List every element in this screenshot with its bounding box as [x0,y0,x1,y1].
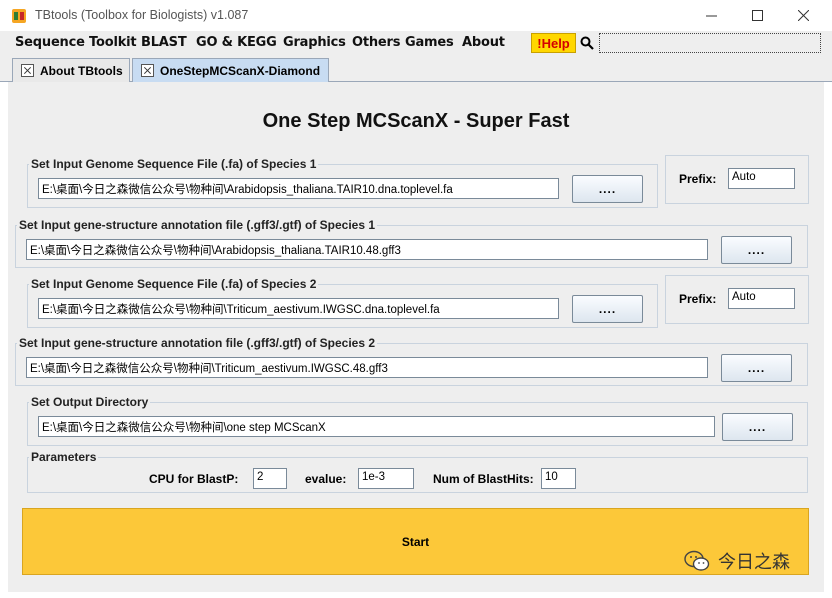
minimize-icon [705,15,717,17]
tab-onestep-mcscanx[interactable]: OneStepMCScanX-Diamond [132,58,329,82]
species1-gff-browse-button[interactable]: .... [721,236,792,264]
maximize-button[interactable] [734,0,780,31]
search-input[interactable] [599,33,821,53]
menu-go-kegg[interactable]: GO & KEGG [196,35,277,50]
parameters-title: Parameters [29,450,99,464]
species2-gff-browse-button[interactable]: .... [721,354,792,382]
evalue-input[interactable]: 1e-3 [358,468,414,489]
watermark: 今日之森 [684,546,790,576]
species1-gff-path-input[interactable]: E:\桌面\今日之森微信公众号\物种间\Arabidopsis_thaliana… [26,239,708,260]
species1-gff-title: Set Input gene-structure annotation file… [17,218,378,232]
window-title: TBtools (Toolbox for Biologists) v1.087 [35,8,249,22]
tab-label: OneStepMCScanX-Diamond [160,63,321,78]
parameters-group [27,457,808,493]
tbtools-logo-icon [12,9,26,23]
prefix1-label: Prefix: [679,172,717,186]
cpu-input[interactable]: 2 [253,468,287,489]
blast-hits-input[interactable]: 10 [541,468,576,489]
output-title: Set Output Directory [29,395,151,409]
output-path-input[interactable]: E:\桌面\今日之森微信公众号\物种间\one step MCScanX [38,416,715,437]
prefix2-label: Prefix: [679,292,717,306]
species2-fa-browse-button[interactable]: .... [572,295,643,323]
tab-label: About TBtools [40,63,123,78]
menu-others[interactable]: Others [352,35,400,50]
species2-gff-path-input[interactable]: E:\桌面\今日之森微信公众号\物种间\Triticum_aestivum.IW… [26,357,708,378]
menu-sequence-toolkit[interactable]: Sequence Toolkit [15,35,137,50]
help-button[interactable]: !Help [531,33,576,53]
close-icon [797,10,809,21]
wechat-icon [684,550,710,571]
prefix2-input[interactable]: Auto [728,288,795,309]
menu-blast[interactable]: BLAST [141,35,187,50]
search-icon[interactable] [580,36,594,50]
menu-graphics[interactable]: Graphics [283,35,346,50]
minimize-button[interactable] [688,0,734,31]
species2-fa-path-input[interactable]: E:\桌面\今日之森微信公众号\物种间\Triticum_aestivum.IW… [38,298,559,319]
close-window-button[interactable] [780,0,826,31]
prefix1-input[interactable]: Auto [728,168,795,189]
species1-fa-browse-button[interactable]: .... [572,175,643,203]
species1-fa-path-input[interactable]: E:\桌面\今日之森微信公众号\物种间\Arabidopsis_thaliana… [38,178,559,199]
tab-about-tbtools[interactable]: About TBtools [12,58,130,82]
output-browse-button[interactable]: .... [722,413,793,441]
blast-hits-label: Num of BlastHits: [433,472,534,486]
page-title: One Step MCScanX - Super Fast [262,110,570,132]
close-icon[interactable] [141,64,154,77]
menu-about[interactable]: About [462,35,505,50]
menu-games[interactable]: Games [405,35,454,50]
species1-fa-title: Set Input Genome Sequence File (.fa) of … [29,157,319,171]
cpu-label: CPU for BlastP: [149,472,239,486]
evalue-label: evalue: [305,472,347,486]
species2-gff-title: Set Input gene-structure annotation file… [17,336,378,350]
species2-fa-title: Set Input Genome Sequence File (.fa) of … [29,277,319,291]
close-icon[interactable] [21,64,34,77]
maximize-icon [751,10,763,21]
watermark-text: 今日之森 [718,552,790,572]
